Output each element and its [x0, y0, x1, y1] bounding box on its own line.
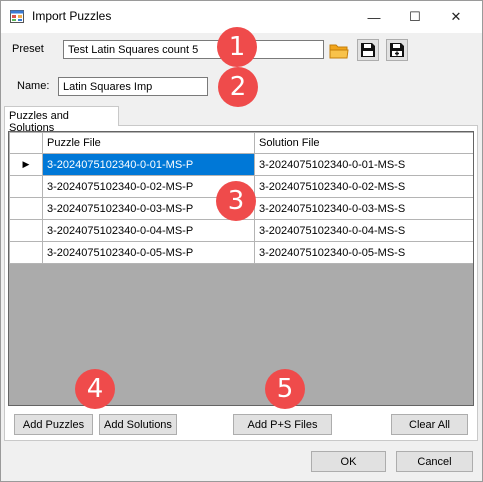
preset-input[interactable]: Test Latin Squares count 5	[63, 40, 324, 59]
puzzle-file-cell[interactable]: 3-2024075102340-0-05-MS-P	[42, 241, 255, 264]
row-header[interactable]	[9, 197, 43, 220]
row-header[interactable]	[9, 241, 43, 264]
cancel-button[interactable]: Cancel	[396, 451, 473, 472]
callout-badge-5: 5	[265, 369, 305, 409]
row-header[interactable]	[9, 219, 43, 242]
solution-file-cell[interactable]: 3-2024075102340-0-03-MS-S	[254, 197, 473, 220]
solution-file-cell[interactable]: 3-2024075102340-0-04-MS-S	[254, 219, 473, 242]
open-preset-button[interactable]	[328, 39, 350, 61]
minimize-button[interactable]: —	[356, 1, 392, 33]
open-folder-icon	[329, 44, 349, 58]
callout-badge-2: 2	[218, 67, 258, 107]
save-as-icon	[390, 43, 404, 57]
table-row[interactable]: 3-2024075102340-0-04-MS-P 3-202407510234…	[9, 219, 473, 242]
add-solutions-button[interactable]: Add Solutions	[99, 414, 177, 435]
row-header[interactable]	[9, 175, 43, 198]
save-as-preset-button[interactable]	[386, 39, 408, 61]
callout-badge-4: 4	[75, 369, 115, 409]
close-icon: ✕	[450, 9, 462, 24]
maximize-button[interactable]: ☐	[397, 1, 433, 33]
grid-header-row: Puzzle File Solution File	[9, 132, 473, 154]
solution-file-cell[interactable]: 3-2024075102340-0-01-MS-S	[254, 153, 473, 176]
solution-file-cell[interactable]: 3-2024075102340-0-02-MS-S	[254, 175, 473, 198]
row-header-corner	[9, 132, 43, 154]
puzzle-file-cell[interactable]: 3-2024075102340-0-04-MS-P	[42, 219, 255, 242]
minimize-icon: —	[367, 9, 381, 25]
maximize-icon: ☐	[409, 9, 421, 24]
add-ps-files-button[interactable]: Add P+S Files	[233, 414, 332, 435]
save-icon	[361, 43, 375, 57]
tab-puzzles-and-solutions[interactable]: Puzzles and Solutions	[4, 106, 119, 134]
name-label: Name:	[17, 80, 50, 92]
add-puzzles-button[interactable]: Add Puzzles	[14, 414, 93, 435]
table-row[interactable]: 3-2024075102340-0-05-MS-P 3-202407510234…	[9, 241, 473, 264]
solution-file-cell[interactable]: 3-2024075102340-0-05-MS-S	[254, 241, 473, 264]
callout-badge-1: 1	[217, 27, 257, 67]
table-row[interactable]: ▶ 3-2024075102340-0-01-MS-P 3-2024075102…	[9, 153, 473, 176]
name-input[interactable]: Latin Squares Imp	[58, 77, 208, 96]
save-preset-button[interactable]	[357, 39, 379, 61]
close-button[interactable]: ✕	[438, 1, 474, 33]
puzzles-grid[interactable]: Puzzle File Solution File ▶ 3-2024075102…	[8, 131, 474, 406]
ok-button[interactable]: OK	[311, 451, 386, 472]
preset-label: Preset	[12, 43, 44, 55]
column-header-puzzle-file[interactable]: Puzzle File	[42, 132, 255, 154]
current-row-indicator[interactable]: ▶	[9, 153, 43, 176]
app-window-icon	[10, 10, 24, 23]
clear-all-button[interactable]: Clear All	[391, 414, 468, 435]
window-title: Import Puzzles	[32, 9, 112, 23]
column-header-solution-file[interactable]: Solution File	[254, 132, 473, 154]
callout-badge-3: 3	[216, 181, 256, 221]
puzzle-file-cell[interactable]: 3-2024075102340-0-01-MS-P	[42, 153, 255, 176]
